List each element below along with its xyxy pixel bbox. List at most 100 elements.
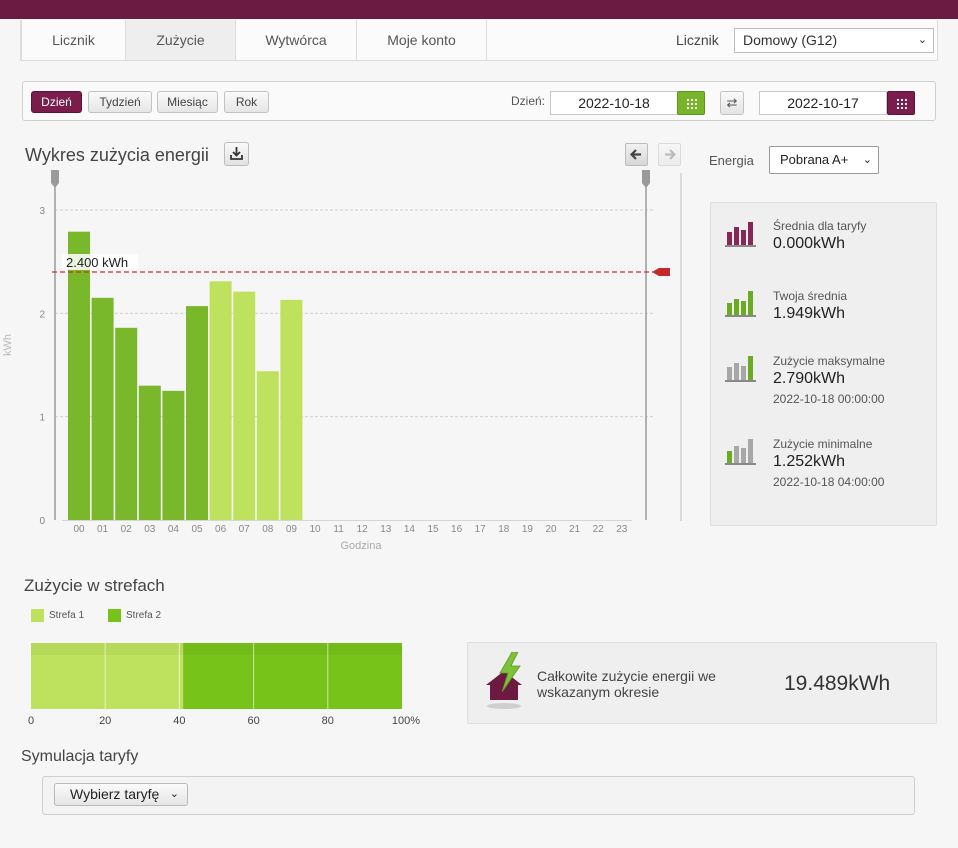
x-tick-label: 04	[168, 524, 180, 535]
x-tick-label: 10	[309, 524, 321, 535]
tab-licznik[interactable]: Licznik	[21, 20, 126, 60]
threshold-label: 2.400 kWh	[66, 255, 128, 270]
x-tick-label: 05	[191, 524, 203, 535]
x-axis-title: Godzina	[341, 540, 383, 552]
meter-label: Licznik	[676, 32, 719, 48]
period-week-button[interactable]: Tydzień	[88, 91, 152, 113]
zone-axis-label: 60	[247, 715, 259, 727]
download-button[interactable]	[224, 142, 249, 166]
legend-label: Strefa 1	[49, 610, 85, 621]
zone-axis-label: 0	[28, 715, 34, 727]
stat-value: 0.000kWh	[773, 235, 846, 252]
x-tick-label: 14	[404, 524, 416, 535]
arrow-right-icon	[665, 149, 677, 160]
choose-tariff-label: Wybierz taryfę	[70, 786, 160, 802]
x-tick-label: 21	[569, 524, 581, 535]
total-usage-value: 19.489kWh	[784, 672, 891, 695]
stat-label: Średnia dla taryfy	[773, 219, 867, 233]
date-from-input[interactable]: 2022-10-18	[550, 91, 678, 115]
period-day-button[interactable]: Dzień	[31, 91, 82, 113]
x-tick-label: 13	[380, 524, 392, 535]
stat-label: Zużycie maksymalne	[773, 354, 886, 368]
x-tick-label: 07	[239, 524, 251, 535]
zone-axis-label: 100%	[392, 715, 420, 727]
x-tick-label: 01	[97, 524, 109, 535]
period-toolbar: Dzień Tydzień Miesiąc Rok Dzień: 2022-10…	[22, 81, 936, 121]
main-navigation: Licznik Zużycie Wytwórca Moje konto Licz…	[20, 20, 938, 61]
choose-tariff-button[interactable]: Wybierz taryfę ⌄	[54, 783, 188, 806]
calendar-to-button[interactable]	[887, 91, 915, 115]
zone-bar-shade	[31, 643, 402, 655]
x-tick-label: 11	[333, 524, 344, 535]
x-tick-label: 12	[357, 524, 369, 535]
next-day-button[interactable]	[658, 143, 681, 166]
tab-zuzycie[interactable]: Zużycie	[126, 20, 236, 60]
zones-title: Zużycie w strefach	[24, 576, 165, 595]
bar-chart-min-icon	[725, 439, 756, 465]
energy-select-value: Pobrana A+	[780, 152, 849, 167]
x-tick-label: 18	[498, 524, 510, 535]
period-year-button[interactable]: Rok	[224, 91, 269, 113]
bar-hour-01	[91, 297, 114, 520]
y-tick-label: 0	[39, 516, 45, 527]
energy-label: Energia	[709, 153, 754, 168]
top-brand-bar	[0, 0, 958, 19]
calendar-icon	[686, 98, 697, 109]
calendar-from-button[interactable]	[677, 91, 705, 115]
x-tick-label: 20	[545, 524, 557, 535]
x-tick-label: 15	[427, 524, 439, 535]
bar-hour-03	[138, 385, 161, 520]
x-tick-label: 23	[616, 524, 628, 535]
previous-day-button[interactable]	[625, 143, 648, 166]
simulation-title: Symulacja taryfy	[21, 748, 139, 765]
x-tick-label: 16	[451, 524, 463, 535]
y-tick-label: 1	[39, 413, 45, 424]
bar-hour-07	[233, 291, 256, 520]
date-to-input[interactable]: 2022-10-17	[759, 91, 887, 115]
chevron-down-icon: ⌄	[862, 154, 872, 166]
zones-bar-chart: 0 20 40 60 80 100%	[28, 643, 420, 727]
stat-date: 2022-10-18 04:00:00	[773, 475, 885, 489]
bar-hour-08	[256, 371, 279, 520]
x-tick-label: 00	[73, 524, 85, 535]
bar-chart-max-icon	[725, 356, 756, 382]
energy-usage-chart: 012300 01 02 03 04 05 06 07 08 09 10 11 12 13 14 15 16 17…	[2, 170, 682, 552]
bar-hour-06	[209, 281, 232, 520]
period-month-button[interactable]: Miesiąc	[157, 91, 218, 113]
legend-label: Strefa 2	[126, 610, 162, 621]
chevron-down-icon: ⌄	[169, 788, 179, 800]
tab-moje-konto[interactable]: Moje konto	[357, 20, 487, 60]
y-axis-title: kWh	[2, 334, 14, 356]
legend-swatch	[31, 609, 44, 622]
tab-wytworca[interactable]: Wytwórca	[236, 20, 357, 60]
stat-value: 2.790kWh	[773, 370, 846, 387]
x-tick-label: 02	[121, 524, 133, 535]
meter-select[interactable]: Domowy (G12) ⌄	[734, 28, 934, 53]
total-usage-label: Całkowite zużycie energii we wskazanym o…	[537, 668, 716, 700]
bar-hour-02	[115, 327, 138, 520]
zone-axis-label: 40	[173, 715, 185, 727]
arrow-left-icon	[629, 149, 641, 160]
zone-axis-label: 80	[322, 715, 334, 727]
swap-dates-button[interactable]: ⇄	[720, 91, 744, 115]
energy-select[interactable]: Pobrana A+ ⌄	[769, 146, 879, 174]
y-tick-label: 3	[39, 206, 45, 217]
threshold-marker-icon	[652, 268, 670, 276]
legend-swatch	[108, 609, 121, 622]
stat-value: 1.949kWh	[773, 305, 846, 322]
y-tick-label: 2	[39, 309, 45, 320]
bar-chart-maroon-icon	[725, 222, 756, 247]
x-tick-label: 06	[215, 524, 227, 535]
bar-hour-04	[162, 390, 185, 520]
stat-value: 1.252kWh	[773, 453, 846, 470]
stat-label: Zużycie minimalne	[773, 437, 873, 451]
house-lightning-icon	[486, 652, 522, 709]
bar-hour-00	[68, 231, 90, 520]
meter-select-value: Domowy (G12)	[743, 32, 838, 48]
day-label: Dzień:	[511, 94, 546, 108]
x-tick-label: 17	[475, 524, 487, 535]
stats-panel: Średnia dla taryfy 0.000kWh Twoja średni…	[710, 202, 937, 526]
x-tick-label: 19	[522, 524, 534, 535]
x-tick-label: 08	[262, 524, 274, 535]
simulation-panel: Wybierz taryfę ⌄	[42, 776, 915, 815]
